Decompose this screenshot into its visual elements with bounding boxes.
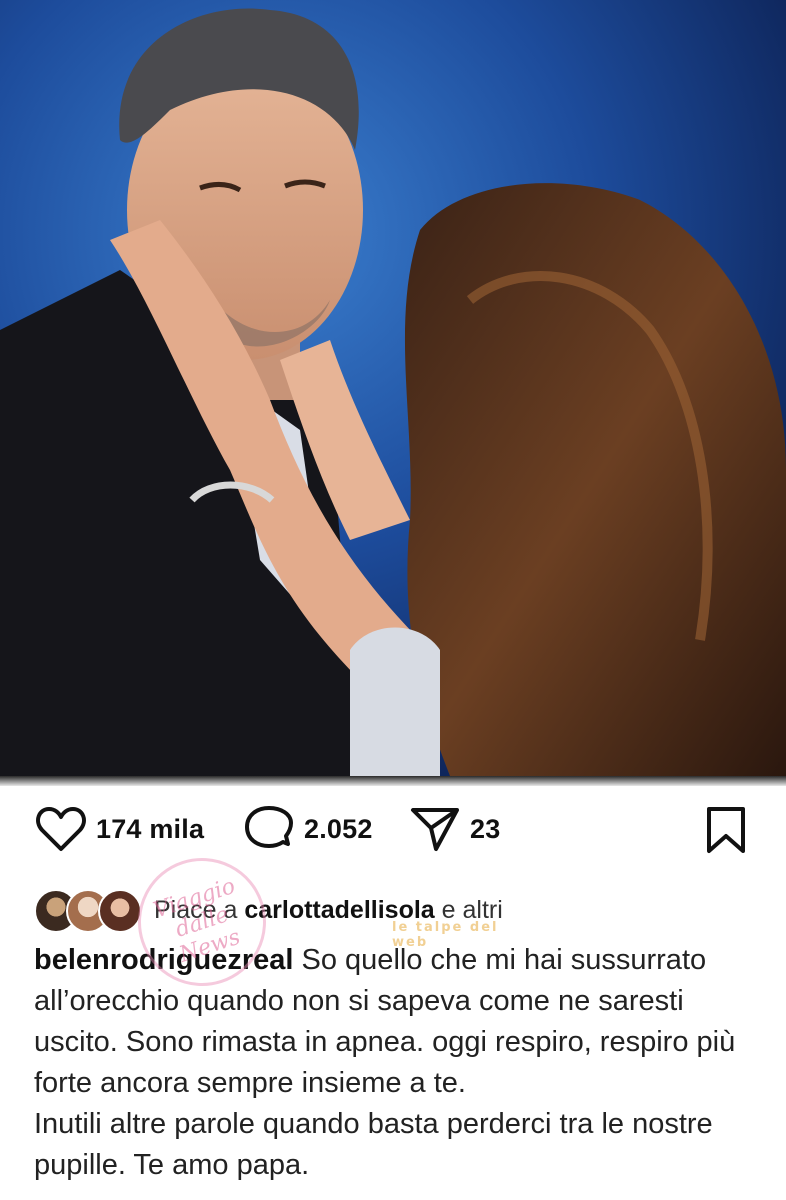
avatar[interactable] [98, 889, 142, 933]
liked-by-row[interactable]: Piace a carlottadellisola e altri [34, 887, 774, 933]
likes-count: 174 mila [96, 813, 205, 844]
paper-plane-icon[interactable] [410, 806, 460, 852]
liked-by-prefix: Piace a [154, 895, 245, 924]
save-button[interactable] [704, 806, 748, 859]
post-image[interactable] [0, 0, 786, 776]
comment-action[interactable]: 2.052 [244, 806, 373, 852]
liked-by-text: Piace a carlottadellisola e altri [154, 896, 503, 925]
bookmark-icon[interactable] [704, 807, 748, 858]
like-action[interactable]: 174 mila [36, 806, 204, 852]
post-caption: belenrodriguezreal So quello che mi hai … [34, 940, 764, 1186]
caption-author[interactable]: belenrodriguezreal [34, 944, 293, 976]
comment-icon[interactable] [244, 806, 294, 852]
liked-by-user[interactable]: carlottadellisola [244, 896, 434, 924]
heart-icon[interactable] [36, 806, 86, 852]
comments-count: 2.052 [304, 813, 373, 844]
shares-count: 23 [470, 813, 501, 844]
caption-text-2: Inutili altre parole quando basta perder… [34, 1108, 713, 1181]
action-bar: 174 mila 2.052 23 [0, 800, 786, 868]
share-action[interactable]: 23 [410, 806, 500, 852]
liked-by-suffix: e altri [434, 895, 503, 924]
image-divider [0, 776, 786, 786]
liker-avatars[interactable] [34, 889, 142, 933]
